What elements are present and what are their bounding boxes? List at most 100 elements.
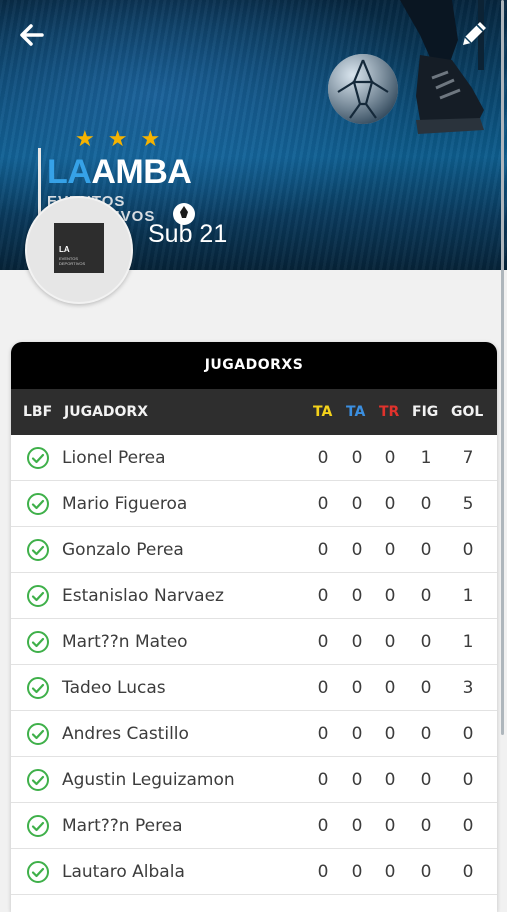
- stat-ta-yellow: 0: [317, 586, 329, 606]
- table-header-row: LBF JUGADORX TA TA TR FIG GOL: [11, 389, 497, 435]
- stat-gol: 0: [462, 540, 474, 560]
- stat-ta-blue: 0: [351, 724, 363, 744]
- stat-fig: 0: [420, 816, 432, 836]
- stat-fig: 0: [420, 724, 432, 744]
- team-logo-thumbnail: LA EVENTOS DEPORTIVOS: [54, 223, 104, 273]
- stat-gol: 0: [462, 770, 474, 790]
- column-header-ta-yellow: TA: [313, 404, 333, 420]
- stat-ta-yellow: 0: [317, 494, 329, 514]
- stat-fig: 0: [420, 862, 432, 882]
- column-header-jugadorx: JUGADORX: [64, 404, 148, 420]
- team-avatar: LA EVENTOS DEPORTIVOS: [25, 196, 133, 304]
- player-name: Agustin Leguizamon: [62, 770, 235, 790]
- table-row[interactable]: Mario Figueroa 0 0 0 0 5: [11, 481, 497, 527]
- player-name: Mario Figueroa: [62, 494, 188, 514]
- soccer-ball-image: [328, 54, 398, 124]
- check-circle-icon: [27, 539, 49, 561]
- stat-tr: 0: [384, 816, 396, 836]
- stat-ta-blue: 0: [351, 678, 363, 698]
- column-header-gol: GOL: [451, 404, 484, 420]
- stat-ta-blue: 0: [351, 770, 363, 790]
- stat-gol: 5: [462, 494, 474, 514]
- stat-ta-yellow: 0: [317, 770, 329, 790]
- player-name: Lautaro Albala: [62, 862, 185, 882]
- check-circle-icon: [27, 815, 49, 837]
- table-row[interactable]: Tadeo Lucas 0 0 0 0 3: [11, 665, 497, 711]
- stat-gol: 0: [462, 816, 474, 836]
- stat-ta-blue: 0: [351, 494, 363, 514]
- stat-fig: 0: [420, 586, 432, 606]
- table-row[interactable]: Andres Castillo 0 0 0 0 0: [11, 711, 497, 757]
- logo-wordmark: LAAMBA: [47, 153, 192, 191]
- table-title: JUGADORXS: [11, 342, 497, 389]
- stat-fig: 1: [420, 448, 432, 468]
- check-circle-icon: [27, 493, 49, 515]
- back-arrow-icon[interactable]: [14, 18, 50, 54]
- stat-gol: 7: [462, 448, 474, 468]
- stat-fig: 0: [420, 678, 432, 698]
- stat-ta-blue: 0: [351, 540, 363, 560]
- stat-gol: 1: [462, 586, 474, 606]
- players-table-card: JUGADORXS LBF JUGADORX TA TA TR FIG GOL …: [11, 342, 497, 912]
- column-header-tr: TR: [379, 404, 400, 420]
- stat-tr: 0: [384, 632, 396, 652]
- check-circle-icon: [27, 631, 49, 653]
- check-circle-icon: [27, 447, 49, 469]
- player-name: Gonzalo Perea: [62, 540, 184, 560]
- table-row[interactable]: Lautaro Albala 0 0 0 0 0: [11, 849, 497, 895]
- check-circle-icon: [27, 769, 49, 791]
- stat-ta-yellow: 0: [317, 678, 329, 698]
- player-name: Andres Castillo: [62, 724, 189, 744]
- player-name: Mart??n Mateo: [62, 632, 188, 652]
- check-circle-icon: [27, 585, 49, 607]
- stat-ta-blue: 0: [351, 632, 363, 652]
- stat-gol: 3: [462, 678, 474, 698]
- check-circle-icon: [27, 861, 49, 883]
- player-name: Estanislao Narvaez: [62, 586, 224, 606]
- logo-accent-bar: [38, 148, 41, 218]
- players-list: Lionel Perea 0 0 0 1 7 Mario Figueroa 0 0 0 0 5 Gonz…: [11, 435, 497, 895]
- stat-tr: 0: [384, 678, 396, 698]
- stat-tr: 0: [384, 448, 396, 468]
- player-name: Mart??n Perea: [62, 816, 183, 836]
- table-row[interactable]: Estanislao Narvaez 0 0 0 0 1: [11, 573, 497, 619]
- table-row[interactable]: Agustin Leguizamon 0 0 0 0 0: [11, 757, 497, 803]
- stat-gol: 1: [462, 632, 474, 652]
- stat-tr: 0: [384, 540, 396, 560]
- stat-gol: 0: [462, 724, 474, 744]
- column-header-fig: FIG: [412, 404, 439, 420]
- stat-fig: 0: [420, 540, 432, 560]
- stat-ta-blue: 0: [351, 816, 363, 836]
- check-circle-icon: [27, 677, 49, 699]
- stat-ta-yellow: 0: [317, 540, 329, 560]
- stat-ta-yellow: 0: [317, 816, 329, 836]
- stat-fig: 0: [420, 494, 432, 514]
- stat-ta-blue: 0: [351, 586, 363, 606]
- stat-tr: 0: [384, 724, 396, 744]
- table-row[interactable]: Mart??n Perea 0 0 0 0 0: [11, 803, 497, 849]
- stat-ta-yellow: 0: [317, 632, 329, 652]
- player-name: Lionel Perea: [62, 448, 166, 468]
- table-row[interactable]: Mart??n Mateo 0 0 0 0 1: [11, 619, 497, 665]
- team-name: Sub 21: [148, 220, 228, 248]
- stat-ta-yellow: 0: [317, 448, 329, 468]
- logo-stars: ★★★: [75, 127, 174, 152]
- stat-gol: 0: [462, 862, 474, 882]
- check-circle-icon: [27, 723, 49, 745]
- stat-ta-yellow: 0: [317, 862, 329, 882]
- column-header-ta-blue: TA: [346, 404, 366, 420]
- stat-tr: 0: [384, 586, 396, 606]
- player-name: Tadeo Lucas: [62, 678, 166, 698]
- scrollbar[interactable]: [501, 0, 504, 735]
- stat-tr: 0: [384, 494, 396, 514]
- table-row[interactable]: Lionel Perea 0 0 0 1 7: [11, 435, 497, 481]
- stat-ta-yellow: 0: [317, 724, 329, 744]
- stat-tr: 0: [384, 770, 396, 790]
- stat-fig: 0: [420, 770, 432, 790]
- stat-ta-blue: 0: [351, 862, 363, 882]
- column-header-lbf: LBF: [23, 404, 53, 420]
- table-row[interactable]: Gonzalo Perea 0 0 0 0 0: [11, 527, 497, 573]
- stat-fig: 0: [420, 632, 432, 652]
- stat-ta-blue: 0: [351, 448, 363, 468]
- edit-pencil-icon[interactable]: [456, 16, 492, 52]
